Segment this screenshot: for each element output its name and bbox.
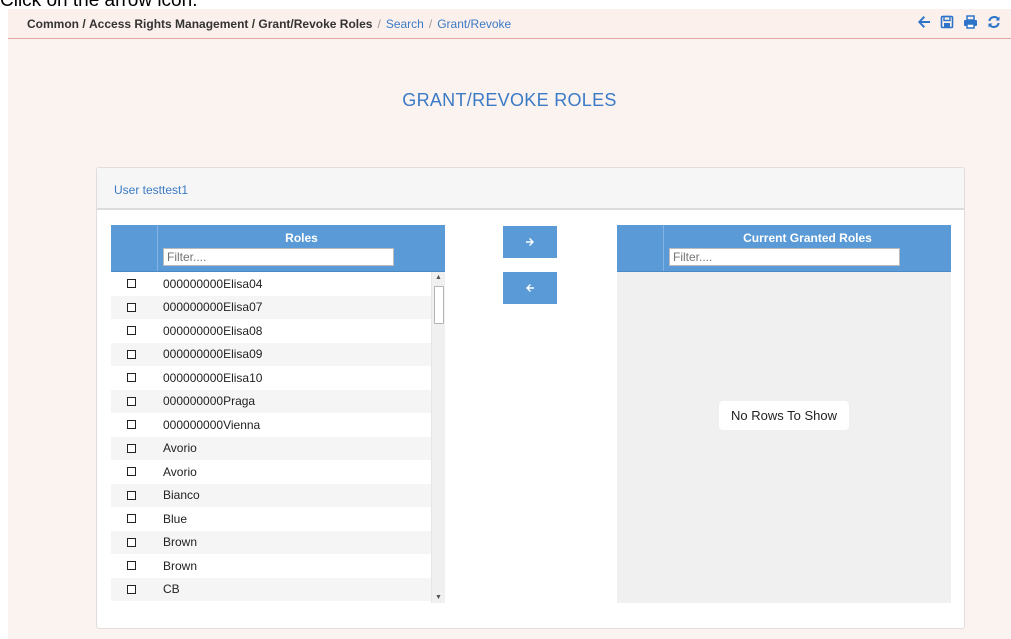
- role-name: 000000000Elisa10: [163, 370, 263, 385]
- role-name: 000000000Elisa07: [163, 300, 263, 315]
- granted-filter-input[interactable]: [669, 248, 900, 266]
- page: Common / Access Rights Management / Gran…: [8, 9, 1011, 639]
- table-row[interactable]: 000000000Elisa07: [111, 295, 445, 319]
- row-checkbox[interactable]: [127, 514, 136, 524]
- select-column-header: [617, 225, 664, 271]
- row-checkbox[interactable]: [127, 373, 136, 383]
- refresh-icon[interactable]: [987, 15, 1001, 33]
- breadcrumb: Common / Access Rights Management / Gran…: [8, 9, 1011, 39]
- table-row[interactable]: Avorio: [111, 436, 445, 460]
- role-name: Blue: [163, 511, 188, 526]
- roles-header-title[interactable]: Roles: [158, 231, 445, 245]
- row-checkbox[interactable]: [127, 349, 136, 359]
- scrollbar-thumb[interactable]: [434, 286, 444, 324]
- roles-list: 000000000Elisa04 000000000Elisa07 000000…: [111, 272, 445, 603]
- granted-column-header: Current Granted Roles: [664, 225, 951, 271]
- row-checkbox[interactable]: [127, 584, 136, 594]
- print-icon[interactable]: [963, 15, 978, 33]
- select-column-header: [111, 225, 158, 271]
- breadcrumb-link-grant-revoke[interactable]: Grant/Revoke: [437, 17, 511, 31]
- roles-filter-input[interactable]: [163, 248, 394, 266]
- table-row[interactable]: 000000000Elisa10: [111, 366, 445, 390]
- table-row[interactable]: Brown: [111, 530, 445, 554]
- role-name: 000000000Elisa08: [163, 323, 263, 338]
- role-name: 000000000Vienna: [163, 417, 261, 432]
- granted-roles-list: No Rows To Show: [617, 272, 951, 603]
- role-name: Avorio: [163, 464, 197, 479]
- grant-role-button[interactable]: [503, 226, 557, 258]
- no-rows-message: No Rows To Show: [719, 401, 849, 430]
- instruction-text: Click on the arrow icon.: [0, 0, 400, 9]
- role-name: 000000000Praga: [163, 394, 256, 409]
- granted-header-title[interactable]: Current Granted Roles: [664, 231, 951, 245]
- scroll-up-icon[interactable]: ▲: [435, 274, 442, 281]
- granted-roles-grid: Current Granted Roles No Rows To Show: [617, 225, 951, 603]
- row-checkbox[interactable]: [127, 326, 136, 336]
- breadcrumb-separator: /: [79, 16, 90, 31]
- breadcrumb-item-common: Common: [27, 16, 79, 31]
- breadcrumb-link-search[interactable]: Search: [386, 17, 424, 31]
- toolbar: [917, 15, 1001, 33]
- row-checkbox[interactable]: [127, 420, 136, 430]
- table-row[interactable]: 000000000Elisa08: [111, 319, 445, 343]
- breadcrumb-item-access-rights: Access Rights Management: [89, 16, 249, 31]
- table-row[interactable]: Blue: [111, 507, 445, 531]
- breadcrumb-separator: /: [248, 16, 259, 31]
- row-checkbox[interactable]: [127, 561, 136, 571]
- scroll-down-icon[interactable]: ▼: [435, 594, 442, 601]
- table-row[interactable]: 000000000Vienna: [111, 413, 445, 437]
- role-name: Brown: [163, 558, 198, 573]
- panel-header-user: User testtest1: [97, 168, 964, 210]
- row-checkbox[interactable]: [127, 467, 136, 477]
- grant-revoke-panel: User testtest1 Roles 000000000Elisa04 00…: [96, 167, 965, 629]
- arrow-right-icon: [525, 235, 535, 250]
- role-name: Avorio: [163, 441, 197, 456]
- row-checkbox[interactable]: [127, 279, 136, 289]
- revoke-role-button[interactable]: [503, 272, 557, 304]
- row-checkbox[interactable]: [127, 302, 136, 312]
- role-name: Brown: [163, 535, 198, 550]
- role-name: 000000000Elisa09: [163, 347, 263, 362]
- role-name: Bianco: [163, 488, 200, 503]
- granted-grid-header: Current Granted Roles: [617, 225, 951, 272]
- role-name: CB: [163, 582, 180, 597]
- roles-scrollbar[interactable]: ▲ ▼: [431, 272, 445, 603]
- arrow-left-icon: [525, 281, 535, 296]
- role-name: 000000000Elisa04: [163, 276, 263, 291]
- arrow-left-icon[interactable]: [917, 15, 931, 33]
- roles-grid: Roles 000000000Elisa04 000000000Elisa07 …: [111, 225, 445, 603]
- breadcrumb-separator: /: [377, 16, 381, 31]
- table-row[interactable]: Avorio: [111, 460, 445, 484]
- table-row[interactable]: Bianco: [111, 483, 445, 507]
- page-title: GRANT/REVOKE ROLES: [402, 90, 617, 110]
- breadcrumb-item-grant-revoke-roles: Grant/Revoke Roles: [258, 16, 373, 31]
- row-checkbox[interactable]: [127, 443, 136, 453]
- table-row[interactable]: CB: [111, 577, 445, 601]
- save-icon[interactable]: [940, 15, 954, 33]
- table-row[interactable]: 000000000Elisa04: [111, 272, 445, 296]
- table-row[interactable]: 000000000Elisa09: [111, 342, 445, 366]
- breadcrumb-separator: /: [428, 16, 433, 31]
- row-checkbox[interactable]: [127, 537, 136, 547]
- roles-column-header: Roles: [158, 225, 445, 271]
- table-row[interactable]: 000000000Praga: [111, 389, 445, 413]
- row-checkbox[interactable]: [127, 490, 136, 500]
- row-checkbox[interactable]: [127, 396, 136, 406]
- table-row[interactable]: Brown: [111, 554, 445, 578]
- roles-grid-header: Roles: [111, 225, 445, 272]
